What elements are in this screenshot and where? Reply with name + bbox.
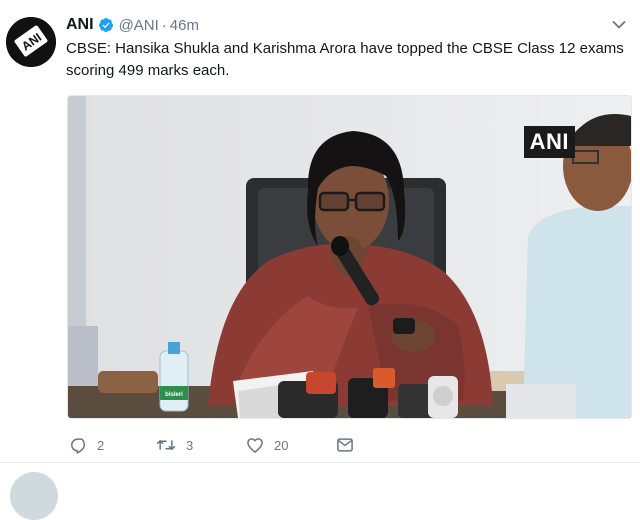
retweet-button[interactable]: 3 <box>155 435 245 455</box>
retweet-icon <box>156 440 176 450</box>
tweet-media-image[interactable]: bisleri ANI <box>67 95 632 419</box>
tweet-header: ANI @ANI · 46m <box>66 14 199 36</box>
svg-text:bisleri: bisleri <box>165 392 183 398</box>
direct-message-button[interactable] <box>335 435 355 455</box>
chevron-down-icon[interactable] <box>612 20 626 30</box>
reply-count: 2 <box>97 437 105 453</box>
tweet-timestamp[interactable]: 46m <box>170 17 199 34</box>
envelope-icon <box>337 438 353 452</box>
ani-watermark: ANI <box>523 126 575 158</box>
retweet-count: 3 <box>186 437 194 453</box>
ani-avatar[interactable]: ANI <box>6 17 56 67</box>
tweet-divider <box>0 462 640 463</box>
like-count: 20 <box>274 437 289 453</box>
next-tweet-avatar[interactable] <box>10 472 58 520</box>
verified-badge-icon <box>98 18 113 32</box>
reply-icon <box>71 438 85 454</box>
reply-button[interactable]: 2 <box>68 435 155 455</box>
tweet-card[interactable]: ANI ANI @ANI · 46m CBSE: Hansika Shukla … <box>0 0 640 462</box>
author-name[interactable]: ANI <box>66 16 94 34</box>
heart-icon <box>247 438 263 453</box>
tweet-actions-bar: 2 3 20 <box>68 432 355 458</box>
tweet-text: CBSE: Hansika Shukla and Karishma Arora … <box>66 40 624 79</box>
ani-logo-icon: ANI <box>6 17 56 67</box>
separator-dot: · <box>161 16 167 34</box>
like-button[interactable]: 20 <box>245 435 335 455</box>
author-handle[interactable]: @ANI <box>119 17 159 34</box>
